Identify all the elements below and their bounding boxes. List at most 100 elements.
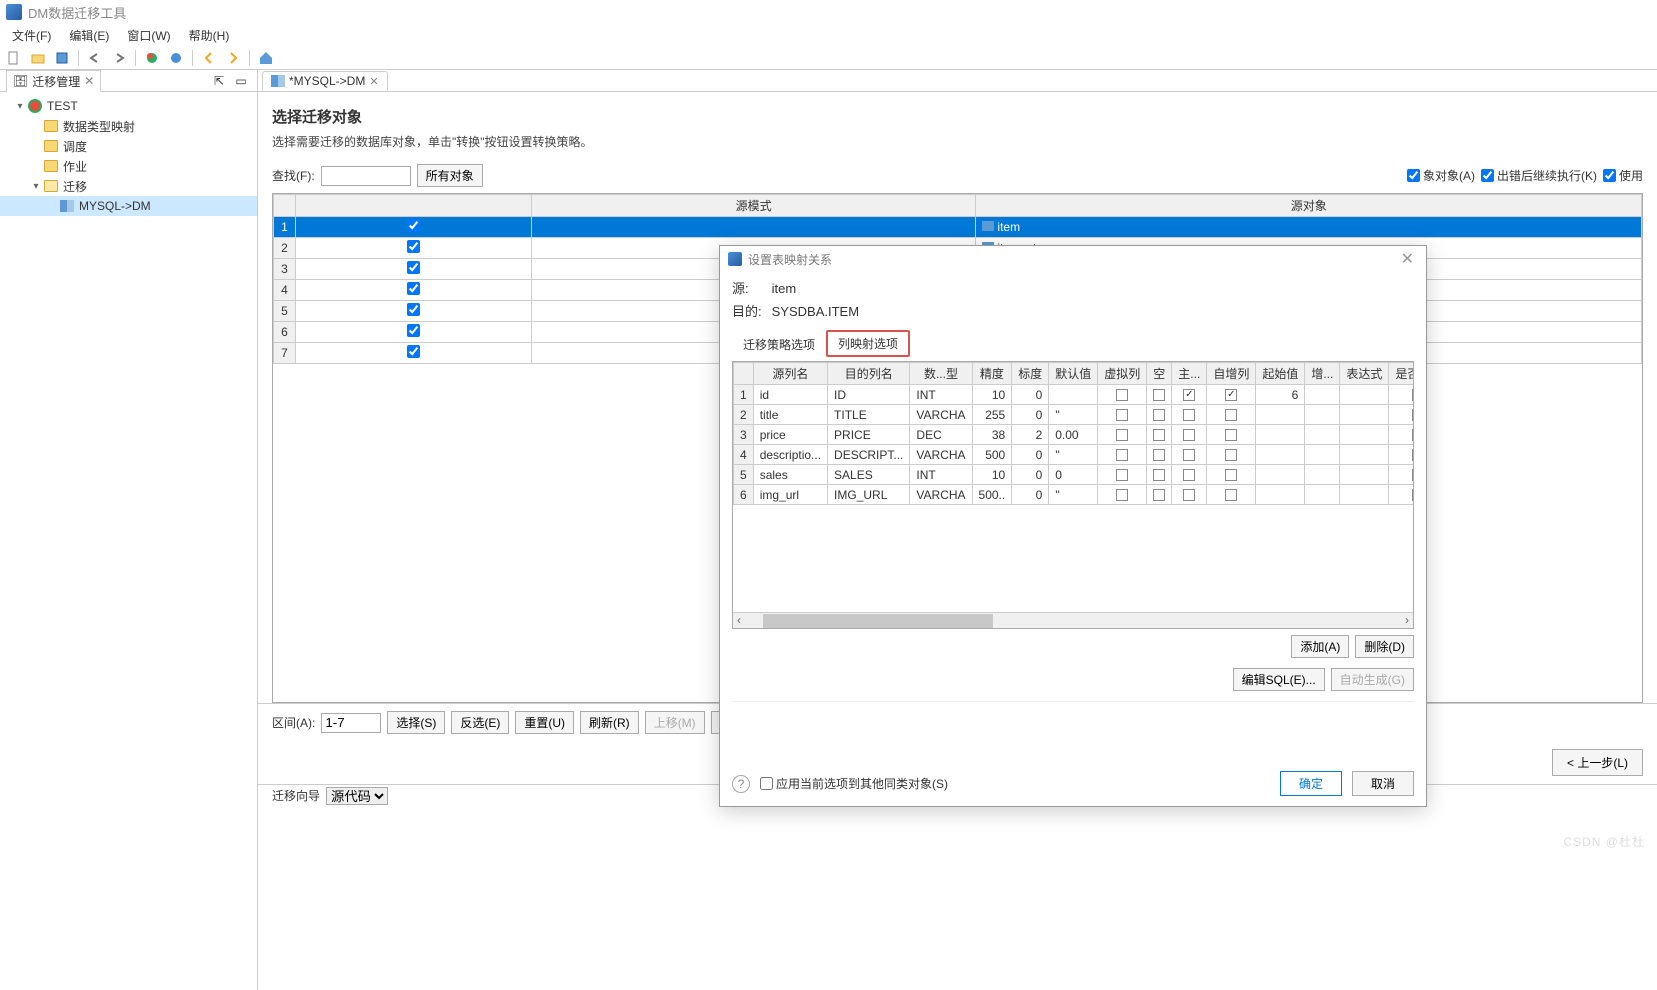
- minimize-icon[interactable]: ▭: [231, 71, 251, 91]
- tree-node-作业[interactable]: 作业: [0, 156, 257, 176]
- editor-tab[interactable]: *MYSQL->DM ✕: [262, 71, 388, 91]
- menu-help[interactable]: 帮助(H): [181, 25, 238, 46]
- dest-obj-check[interactable]: 象对象(A): [1407, 167, 1475, 184]
- tree-node-调度[interactable]: 调度: [0, 136, 257, 156]
- row-checkbox[interactable]: [407, 345, 420, 358]
- delete-button[interactable]: 删除(D): [1355, 635, 1414, 658]
- col-header[interactable]: 默认值: [1049, 363, 1098, 385]
- checkbox[interactable]: [1225, 449, 1237, 461]
- col-header[interactable]: [296, 195, 532, 217]
- horizontal-scrollbar[interactable]: ‹›: [733, 612, 1413, 628]
- tb-undo-icon[interactable]: [85, 48, 105, 68]
- checkbox[interactable]: [1116, 449, 1128, 461]
- checkbox[interactable]: [1116, 429, 1128, 441]
- checkbox[interactable]: [1153, 389, 1165, 401]
- table-row[interactable]: 1idIDINT1006: [734, 385, 1415, 405]
- col-header[interactable]: 精度: [972, 363, 1012, 385]
- add-button[interactable]: 添加(A): [1291, 635, 1349, 658]
- use-check[interactable]: 使用: [1603, 167, 1643, 184]
- col-header[interactable]: 源对象: [976, 195, 1642, 217]
- checkbox[interactable]: [1153, 449, 1165, 461]
- checkbox[interactable]: [1183, 409, 1195, 421]
- table-row[interactable]: 6img_urlIMG_URLVARCHA500..0'': [734, 485, 1415, 505]
- checkbox[interactable]: [1225, 389, 1237, 401]
- checkbox[interactable]: [1183, 469, 1195, 481]
- checkbox[interactable]: [1183, 429, 1195, 441]
- checkbox[interactable]: [1225, 489, 1237, 501]
- row-checkbox[interactable]: [407, 261, 420, 274]
- reset-button[interactable]: 重置(U): [515, 711, 574, 734]
- checkbox[interactable]: [1183, 389, 1195, 401]
- apply-to-others-check[interactable]: 应用当前选项到其他同类对象(S): [760, 775, 948, 792]
- ok-button[interactable]: 确定: [1280, 771, 1342, 796]
- cancel-button[interactable]: 取消: [1352, 771, 1414, 796]
- tree-node-迁移[interactable]: ▾迁移: [0, 176, 257, 196]
- col-header[interactable]: 目的列名: [828, 363, 910, 385]
- close-icon[interactable]: ✕: [84, 74, 94, 88]
- move-up-button[interactable]: 上移(M): [645, 711, 705, 734]
- tb-save-icon[interactable]: [52, 48, 72, 68]
- checkbox[interactable]: [1412, 389, 1414, 401]
- table-row[interactable]: 4descriptio...DESCRIPT...VARCHA5000'': [734, 445, 1415, 465]
- checkbox[interactable]: [1183, 489, 1195, 501]
- checkbox[interactable]: [1116, 469, 1128, 481]
- col-header[interactable]: 表达式: [1340, 363, 1389, 385]
- checkbox[interactable]: [1116, 409, 1128, 421]
- scroll-right-icon[interactable]: ›: [1401, 613, 1413, 628]
- tb-home-icon[interactable]: [256, 48, 276, 68]
- back-button[interactable]: < 上一步(L): [1552, 749, 1643, 776]
- tb-run-icon[interactable]: [166, 48, 186, 68]
- row-checkbox[interactable]: [407, 303, 420, 316]
- tab-strategy[interactable]: 迁移策略选项: [732, 332, 826, 357]
- row-checkbox[interactable]: [407, 324, 420, 337]
- caret-icon[interactable]: ▾: [30, 181, 42, 192]
- checkbox[interactable]: [1412, 489, 1414, 501]
- row-checkbox[interactable]: [407, 219, 420, 232]
- tb-fwd-icon[interactable]: [223, 48, 243, 68]
- range-input[interactable]: [321, 713, 381, 733]
- col-header[interactable]: 是否...数: [1389, 363, 1414, 385]
- tree-node-MYSQL->DM[interactable]: MYSQL->DM: [0, 196, 257, 216]
- checkbox[interactable]: [1412, 429, 1414, 441]
- col-header[interactable]: 自增列: [1207, 363, 1256, 385]
- tb-new-icon[interactable]: [4, 48, 24, 68]
- checkbox[interactable]: [1412, 409, 1414, 421]
- tree-node-TEST[interactable]: ▾TEST: [0, 96, 257, 116]
- checkbox[interactable]: [1116, 389, 1128, 401]
- checkbox[interactable]: [1153, 469, 1165, 481]
- table-row[interactable]: 2titleTITLEVARCHA2550'': [734, 405, 1415, 425]
- col-header[interactable]: 起始值: [1256, 363, 1305, 385]
- caret-icon[interactable]: ▾: [14, 101, 26, 112]
- status-dropdown[interactable]: 源代码: [326, 787, 388, 805]
- col-header[interactable]: [734, 363, 754, 385]
- auto-gen-button[interactable]: 自动生成(G): [1331, 668, 1414, 691]
- checkbox[interactable]: [1183, 449, 1195, 461]
- checkbox[interactable]: [1116, 489, 1128, 501]
- scroll-left-icon[interactable]: ‹: [733, 613, 745, 628]
- close-icon[interactable]: ✕: [1397, 249, 1418, 269]
- tree-node-数据类型映射[interactable]: 数据类型映射: [0, 116, 257, 136]
- row-checkbox[interactable]: [407, 282, 420, 295]
- menu-file[interactable]: 文件(F): [4, 25, 59, 46]
- tab-column-mapping[interactable]: 列映射选项: [826, 330, 910, 357]
- help-icon[interactable]: ?: [732, 775, 750, 793]
- checkbox[interactable]: [1412, 449, 1414, 461]
- invert-button[interactable]: 反选(E): [451, 711, 509, 734]
- checkbox[interactable]: [1153, 429, 1165, 441]
- refresh-button[interactable]: 刷新(R): [580, 711, 639, 734]
- table-row[interactable]: 1item: [274, 217, 1642, 238]
- search-input[interactable]: [321, 166, 411, 186]
- checkbox[interactable]: [1153, 409, 1165, 421]
- collapse-icon[interactable]: ⇱: [209, 71, 229, 91]
- col-header[interactable]: 源模式: [531, 195, 976, 217]
- col-header[interactable]: 源列名: [753, 363, 827, 385]
- checkbox[interactable]: [1412, 469, 1414, 481]
- col-header[interactable]: 空: [1147, 363, 1172, 385]
- select-button[interactable]: 选择(S): [387, 711, 445, 734]
- menu-window[interactable]: 窗口(W): [119, 25, 178, 46]
- col-header[interactable]: 主...: [1172, 363, 1207, 385]
- all-objects-button[interactable]: 所有对象: [417, 164, 483, 187]
- row-checkbox[interactable]: [407, 240, 420, 253]
- col-header[interactable]: 标度: [1012, 363, 1049, 385]
- col-header[interactable]: 虚拟列: [1098, 363, 1147, 385]
